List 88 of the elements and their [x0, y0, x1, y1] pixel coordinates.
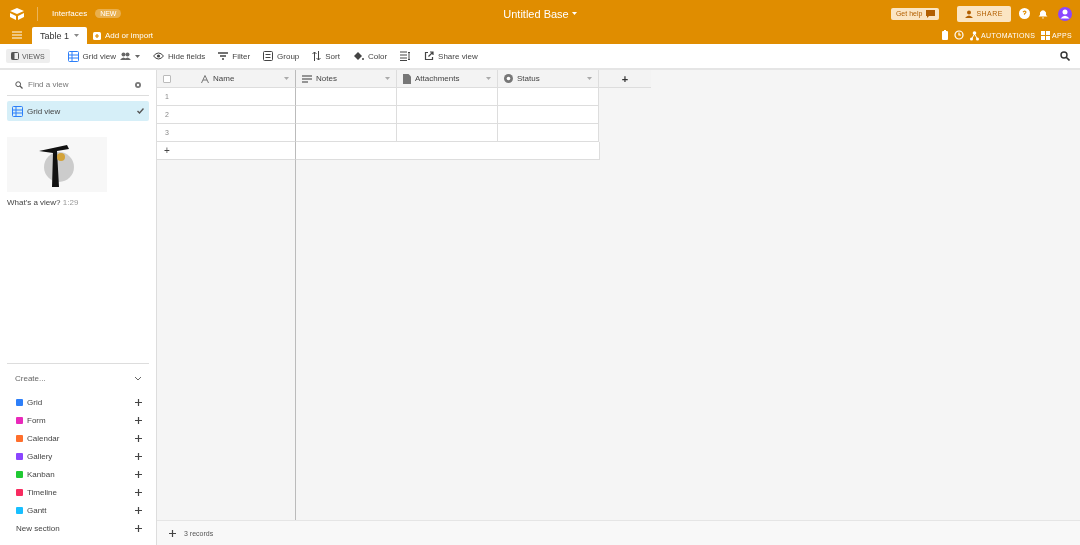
add-row-button[interactable]: + — [164, 145, 170, 156]
external-link-icon — [424, 51, 435, 61]
plus-icon — [135, 506, 142, 514]
grid-icon — [1041, 31, 1051, 40]
create-view-item[interactable]: Grid — [7, 393, 149, 411]
caret-icon — [74, 34, 80, 37]
eye-icon — [152, 52, 164, 60]
menu-icon[interactable] — [12, 31, 22, 39]
letter-icon — [201, 74, 209, 83]
create-view-item[interactable]: Gallery — [7, 447, 149, 465]
plus-icon — [135, 524, 142, 532]
video-caption: What's a view? 1:29 — [7, 198, 80, 207]
filter-icon — [218, 52, 229, 60]
column-header[interactable]: Notes — [296, 70, 397, 88]
column-header[interactable]: Status — [498, 70, 599, 88]
caret-icon — [486, 77, 491, 80]
search-icon — [15, 80, 23, 89]
create-view-item[interactable]: Calendar — [7, 429, 149, 447]
battery-icon[interactable] — [942, 30, 949, 40]
grid-cell[interactable] — [296, 88, 397, 106]
hide-button[interactable]: Hide fields — [152, 51, 206, 61]
filter-button[interactable]: Filter — [218, 51, 251, 61]
grid-cell[interactable] — [296, 106, 397, 124]
check-icon — [137, 108, 144, 114]
people-icon — [119, 52, 131, 60]
caret-icon — [571, 12, 577, 15]
grid-cell[interactable] — [296, 142, 600, 160]
create-view-item[interactable]: Timeline — [7, 483, 149, 501]
video-thumbnail[interactable] — [7, 137, 107, 192]
settings-icon[interactable] — [134, 80, 142, 89]
find-view-field[interactable]: Find a view — [28, 80, 129, 89]
chevron-icon[interactable] — [134, 376, 142, 381]
grid-cell[interactable] — [397, 88, 498, 106]
plus-icon — [135, 488, 142, 496]
add-column-button[interactable]: + — [621, 72, 629, 85]
sort-icon — [312, 51, 322, 61]
table-icon — [12, 105, 23, 117]
column-header[interactable]: Name — [157, 70, 296, 88]
plus-icon — [135, 398, 142, 406]
table-icon — [67, 50, 79, 62]
caret-icon — [385, 77, 390, 80]
search-icon[interactable] — [1060, 51, 1070, 61]
grid-cell[interactable] — [397, 106, 498, 124]
person-icon — [965, 9, 974, 18]
plus-icon — [135, 470, 142, 478]
group-button[interactable]: Group — [263, 51, 300, 61]
share-button[interactable]: Share view — [424, 51, 478, 61]
row-height-icon — [400, 51, 412, 61]
grid-cell[interactable] — [296, 124, 397, 142]
new-section-item[interactable]: New section — [7, 519, 149, 537]
list-box-icon — [263, 51, 274, 61]
view-switcher-button[interactable]: Grid view — [67, 50, 140, 62]
chat-icon — [926, 9, 936, 18]
color-button[interactable]: Color — [352, 51, 388, 61]
paint-bucket-icon — [352, 51, 364, 61]
grid-cell[interactable] — [498, 106, 599, 124]
view-item[interactable]: Grid view — [7, 101, 149, 121]
grid-cell[interactable] — [498, 88, 599, 106]
create-view-item[interactable]: Form — [7, 411, 149, 429]
lines-icon — [302, 74, 312, 83]
checkbox[interactable] — [163, 74, 171, 83]
sidebar-icon — [11, 52, 19, 60]
sort-button[interactable]: Sort — [312, 51, 340, 61]
column-header[interactable]: Attachments — [397, 70, 498, 88]
file-icon — [403, 73, 411, 84]
caret-icon — [134, 54, 140, 58]
caret-icon — [284, 77, 289, 80]
nodes-icon — [970, 30, 980, 41]
plus-icon — [135, 452, 142, 460]
avatar-icon[interactable] — [1058, 6, 1072, 21]
grid-cell[interactable] — [498, 124, 599, 142]
create-label: Create... — [15, 374, 46, 383]
create-view-item[interactable]: Gantt — [7, 501, 149, 519]
bell-icon[interactable] — [1038, 8, 1048, 19]
create-view-item[interactable]: Kanban — [7, 465, 149, 483]
plus-icon — [169, 529, 176, 537]
grid-cell[interactable] — [397, 124, 498, 142]
logo-icon[interactable] — [9, 6, 25, 21]
row-height-button[interactable] — [400, 51, 412, 61]
table-tab[interactable]: Table 1 — [32, 27, 88, 44]
help-icon[interactable] — [1019, 8, 1030, 19]
plus-square-icon — [93, 31, 102, 40]
plus-icon — [135, 416, 142, 424]
caret-icon — [587, 77, 592, 80]
circle-icon — [504, 74, 513, 83]
grid-cell[interactable]: + — [157, 142, 296, 160]
plus-icon — [135, 434, 142, 442]
history-icon[interactable] — [954, 30, 965, 40]
